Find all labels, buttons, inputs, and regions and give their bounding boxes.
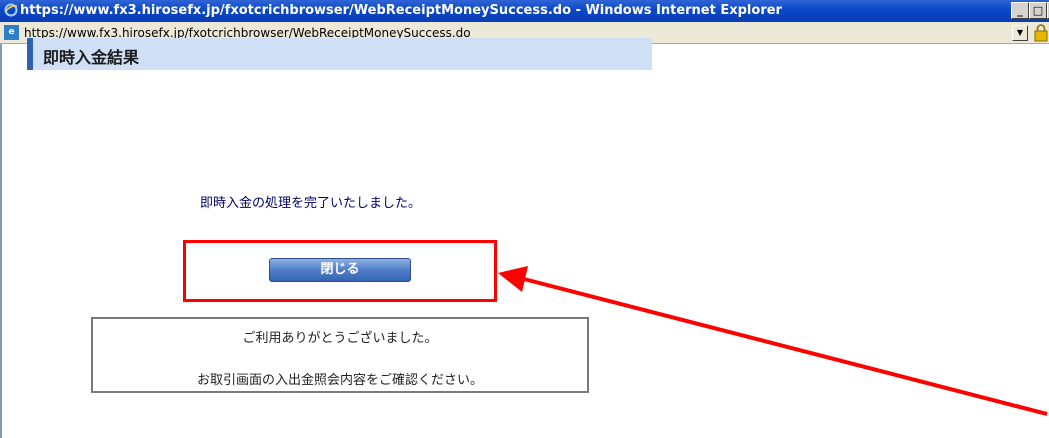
annotation-arrow-icon [498, 266, 1048, 416]
